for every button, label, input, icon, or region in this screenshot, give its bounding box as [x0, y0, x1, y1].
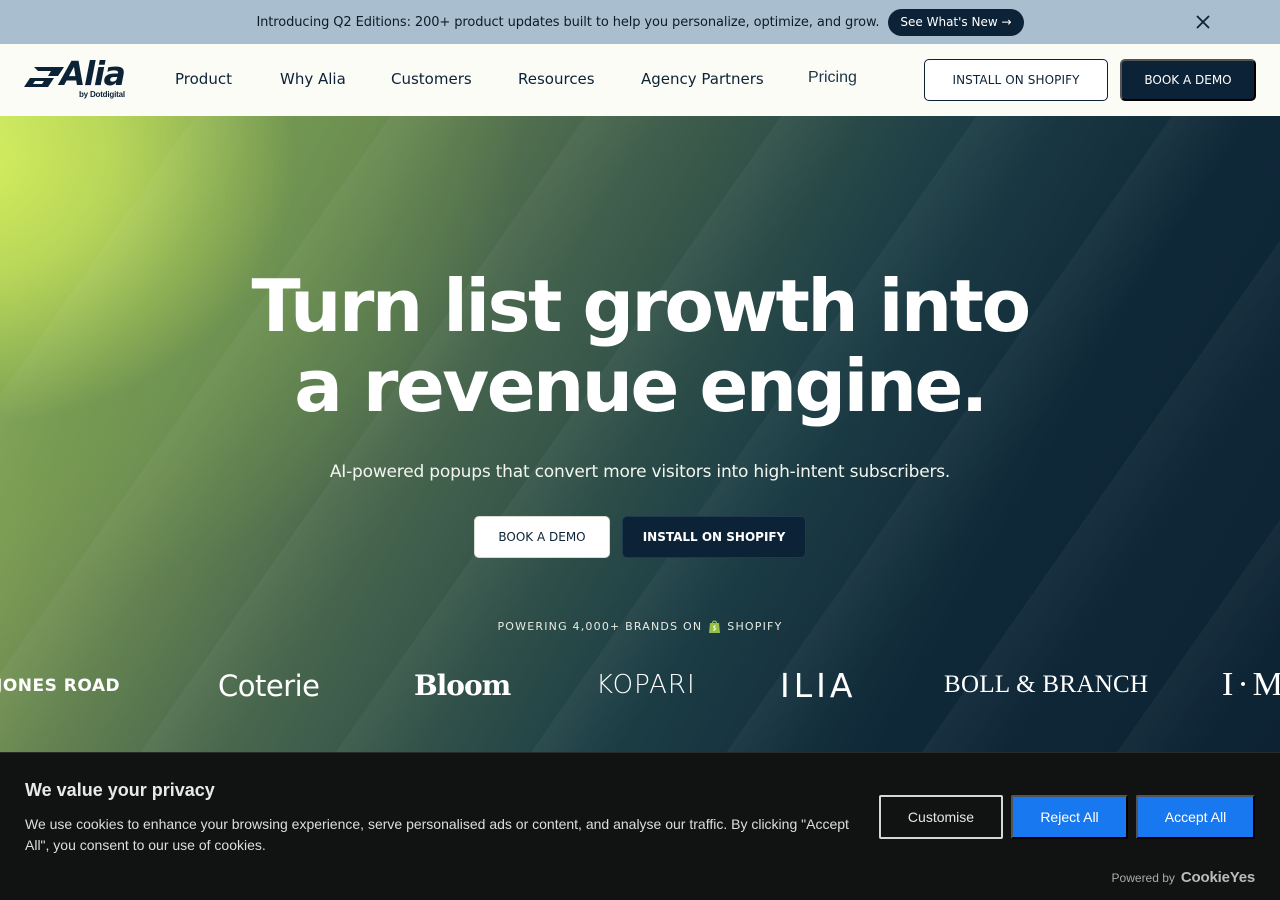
- nav-customers[interactable]: Customers: [391, 70, 472, 88]
- cookie-powered-by: Powered by CookieYes: [1111, 869, 1256, 886]
- shopify-text: SHOPIFY: [727, 620, 783, 633]
- brand-logo-coterie: Coterie: [218, 669, 320, 703]
- hero-book-demo-button[interactable]: BOOK A DEMO: [474, 516, 610, 558]
- close-icon[interactable]: [1192, 11, 1214, 33]
- logo-subtitle: by Dotdigital: [79, 90, 125, 99]
- hero-title-line-1: Turn list growth into: [251, 264, 1031, 348]
- nav-book-demo-button[interactable]: BOOK A DEMO: [1120, 59, 1256, 101]
- shopify-bag-icon: [709, 620, 721, 633]
- cookieyes-logo[interactable]: CookieYes: [1181, 869, 1255, 886]
- logo-wordmark: Alia: [60, 54, 126, 93]
- powered-by-label: Powered by: [1111, 870, 1175, 885]
- hero-title: Turn list growth into a revenue engine.: [0, 266, 1280, 426]
- brand-logo-boll-branch: BOLL & BRANCH: [944, 671, 1149, 698]
- nav-resources[interactable]: Resources: [518, 70, 595, 88]
- announcement-bar: Introducing Q2 Editions: 200+ product up…: [0, 0, 1280, 44]
- nav-product[interactable]: Product: [175, 70, 232, 88]
- nav-pricing[interactable]: Pricing: [808, 69, 857, 87]
- cookie-title: We value your privacy: [25, 780, 215, 800]
- see-whats-new-button[interactable]: See What's New →: [888, 8, 1024, 36]
- cookie-description: We use cookies to enhance your browsing …: [25, 816, 849, 853]
- brand-logo-jones-road: JONES ROAD: [0, 676, 121, 696]
- cookie-consent-banner: We value your privacy We use cookies to …: [0, 752, 1280, 900]
- hero-install-shopify-button[interactable]: INSTALL ON SHOPIFY: [622, 516, 806, 558]
- alia-logo[interactable]: Alia by Dotdigital: [24, 54, 130, 102]
- brand-logo-kopari: KOPARI: [596, 670, 696, 700]
- announcement-text: Introducing Q2 Editions: 200+ product up…: [256, 14, 880, 30]
- brand-logo-bloom: Bloom: [414, 669, 511, 702]
- cookie-reject-all-button[interactable]: Reject All: [1011, 795, 1128, 839]
- nav-why-alia[interactable]: Why Alia: [280, 70, 346, 88]
- powering-text: POWERING 4,000+ BRANDS ON: [497, 620, 703, 633]
- brand-logo-im: I·M: [1222, 666, 1280, 703]
- cookie-accept-all-button[interactable]: Accept All: [1136, 795, 1255, 839]
- nav-install-shopify-button[interactable]: INSTALL ON SHOPIFY: [924, 59, 1108, 101]
- cookie-customise-button[interactable]: Customise: [879, 795, 1003, 839]
- nav-agency-partners[interactable]: Agency Partners: [641, 70, 764, 88]
- hero-subtitle: AI-powered popups that convert more visi…: [329, 462, 951, 482]
- powering-brands-label: POWERING 4,000+ BRANDS ON SHOPIFY: [0, 619, 1280, 634]
- hero-title-line-2: a revenue engine.: [294, 344, 988, 428]
- main-nav: Alia by Dotdigital Product Why Alia Cust…: [0, 44, 1280, 116]
- brand-logo-ilia: ILIA: [780, 666, 857, 705]
- alia-logo-icon: [24, 67, 64, 87]
